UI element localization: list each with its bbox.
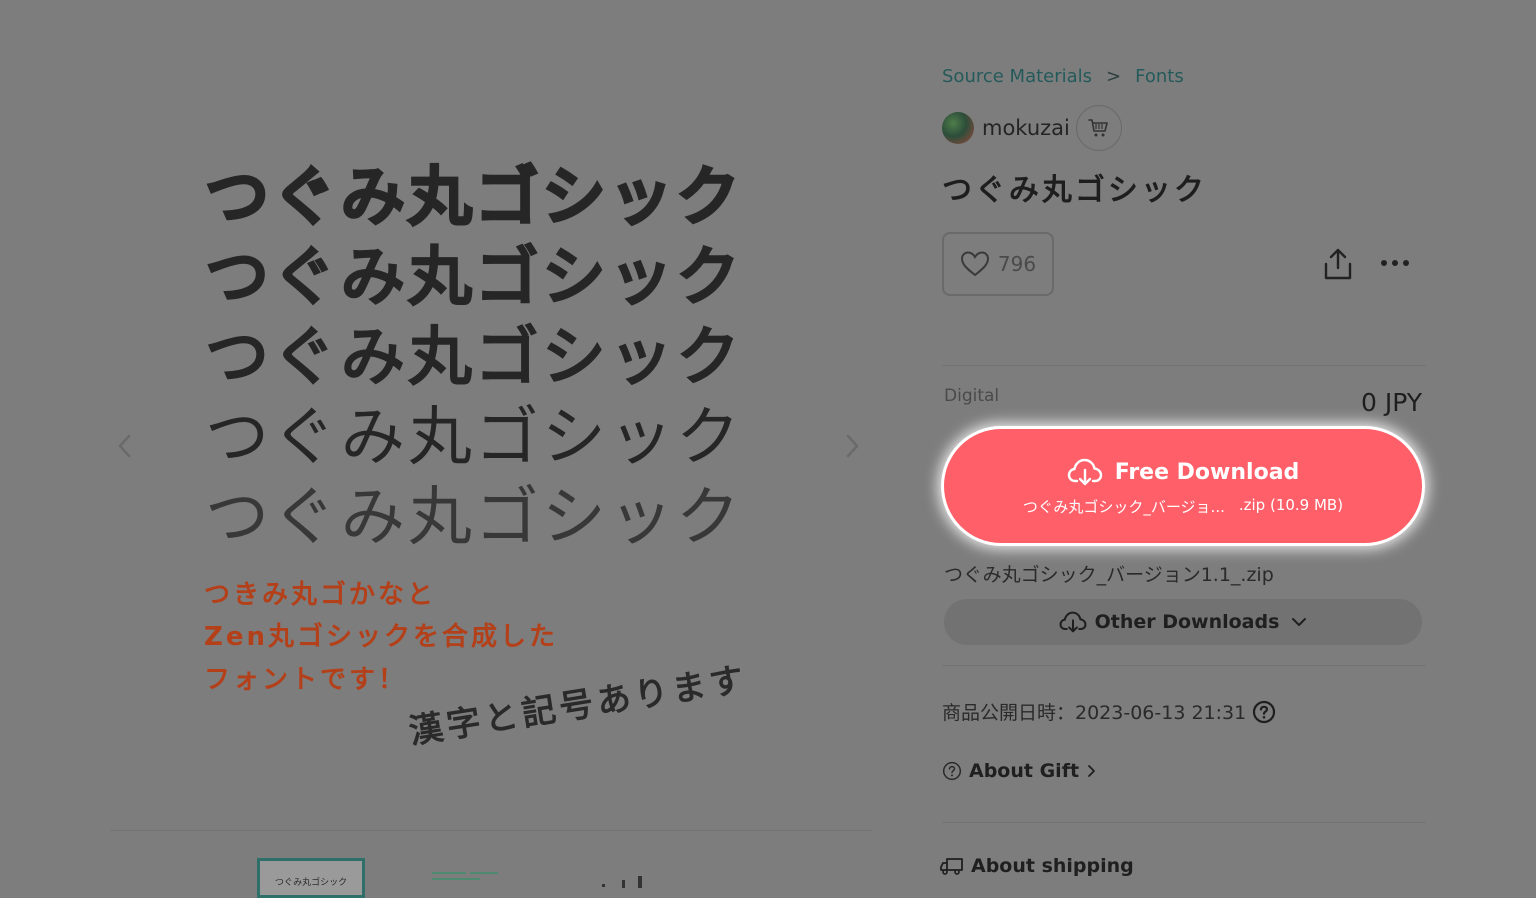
preview-caption-line-3: フォントです！ <box>204 665 408 695</box>
product-title: つぐみ丸ゴシック <box>942 173 1207 208</box>
download-file-meta: .zip (10.9 MB) <box>1238 496 1344 514</box>
font-sample-medium: つぐみ丸ゴシック <box>205 321 743 395</box>
divider-shipping <box>942 822 1426 823</box>
price: 0 JPY <box>1360 388 1422 417</box>
heart-icon <box>960 251 989 277</box>
breadcrumb-source-materials[interactable]: Source Materials <box>942 66 1092 87</box>
cloud-download-icon <box>1059 611 1087 633</box>
download-file-short: つぐみ丸ゴシック_バージョ... <box>1022 498 1225 516</box>
free-download-label: Free Download <box>1114 459 1300 485</box>
other-downloads-label: Other Downloads <box>1094 611 1280 633</box>
preview-caption-line-2: Zen丸ゴシックを合成した <box>204 622 558 652</box>
about-gift-link[interactable]: About Gift <box>942 760 1096 782</box>
chevron-right-icon <box>846 434 859 458</box>
chevron-right-icon <box>1088 765 1095 777</box>
publish-date-row: 商品公開日時：2023-06-13 21:31 <box>942 698 1276 725</box>
question-circle-icon[interactable] <box>1252 700 1276 724</box>
share-icon[interactable] <box>1322 246 1354 282</box>
chevron-left-icon <box>118 434 131 458</box>
about-gift-label: About Gift <box>969 760 1080 782</box>
preview-caption-line-1: つきみ丸ゴかなと <box>204 580 437 610</box>
breadcrumb-fonts[interactable]: Fonts <box>1135 66 1184 87</box>
thumbnail-2[interactable] <box>432 870 512 886</box>
breadcrumb: Source Materials > Fonts <box>942 66 1184 87</box>
font-sample-bold: つぐみ丸ゴシック <box>204 241 743 315</box>
divider-price <box>942 365 1426 366</box>
product-type-label: Digital <box>944 386 1000 406</box>
font-sample-regular: つぐみ丸ゴシック <box>205 401 743 475</box>
chevron-down-icon <box>1292 618 1307 626</box>
thumbnail-1[interactable]: つぐみ丸ゴシック <box>257 858 365 898</box>
divider-info <box>942 665 1426 666</box>
font-sample-heavy: つぐみ丸ゴシック <box>204 161 743 235</box>
cloud-download-icon <box>1067 458 1102 486</box>
truck-icon <box>940 858 963 875</box>
preview-divider <box>110 830 872 831</box>
carousel-prev-button[interactable] <box>113 430 137 462</box>
preview-tilted-caption: 漢字と記号あります <box>406 659 751 753</box>
thumbnail-3[interactable] <box>600 874 650 890</box>
about-shipping-link[interactable]: About shipping <box>940 855 1134 877</box>
free-download-button[interactable]: Free Download つぐみ丸ゴシック_バージョ... .zip (10.… <box>944 429 1422 543</box>
avatar[interactable] <box>942 112 974 144</box>
shop-cart-button[interactable] <box>1075 105 1122 151</box>
font-sample-light: つぐみ丸ゴシック <box>205 481 743 555</box>
author-name[interactable]: mokuzai <box>982 116 1070 140</box>
breadcrumb-separator: > <box>1106 66 1122 87</box>
publish-date: 商品公開日時：2023-06-13 21:31 <box>942 702 1247 724</box>
question-circle-icon <box>942 761 962 781</box>
author-block: mokuzai <box>942 105 1122 151</box>
about-shipping-label: About shipping <box>971 855 1134 877</box>
cart-icon <box>1088 119 1108 137</box>
carousel-next-button[interactable] <box>840 430 864 462</box>
like-button[interactable]: 796 <box>942 232 1054 296</box>
like-count: 796 <box>997 252 1037 276</box>
thumbnail-1-text: つぐみ丸ゴシック <box>274 878 348 888</box>
other-downloads-button[interactable]: Other Downloads <box>944 599 1422 645</box>
download-file-name: つぐみ丸ゴシック_バージョン1.1_.zip <box>944 564 1274 586</box>
more-icon[interactable] <box>1380 258 1410 268</box>
